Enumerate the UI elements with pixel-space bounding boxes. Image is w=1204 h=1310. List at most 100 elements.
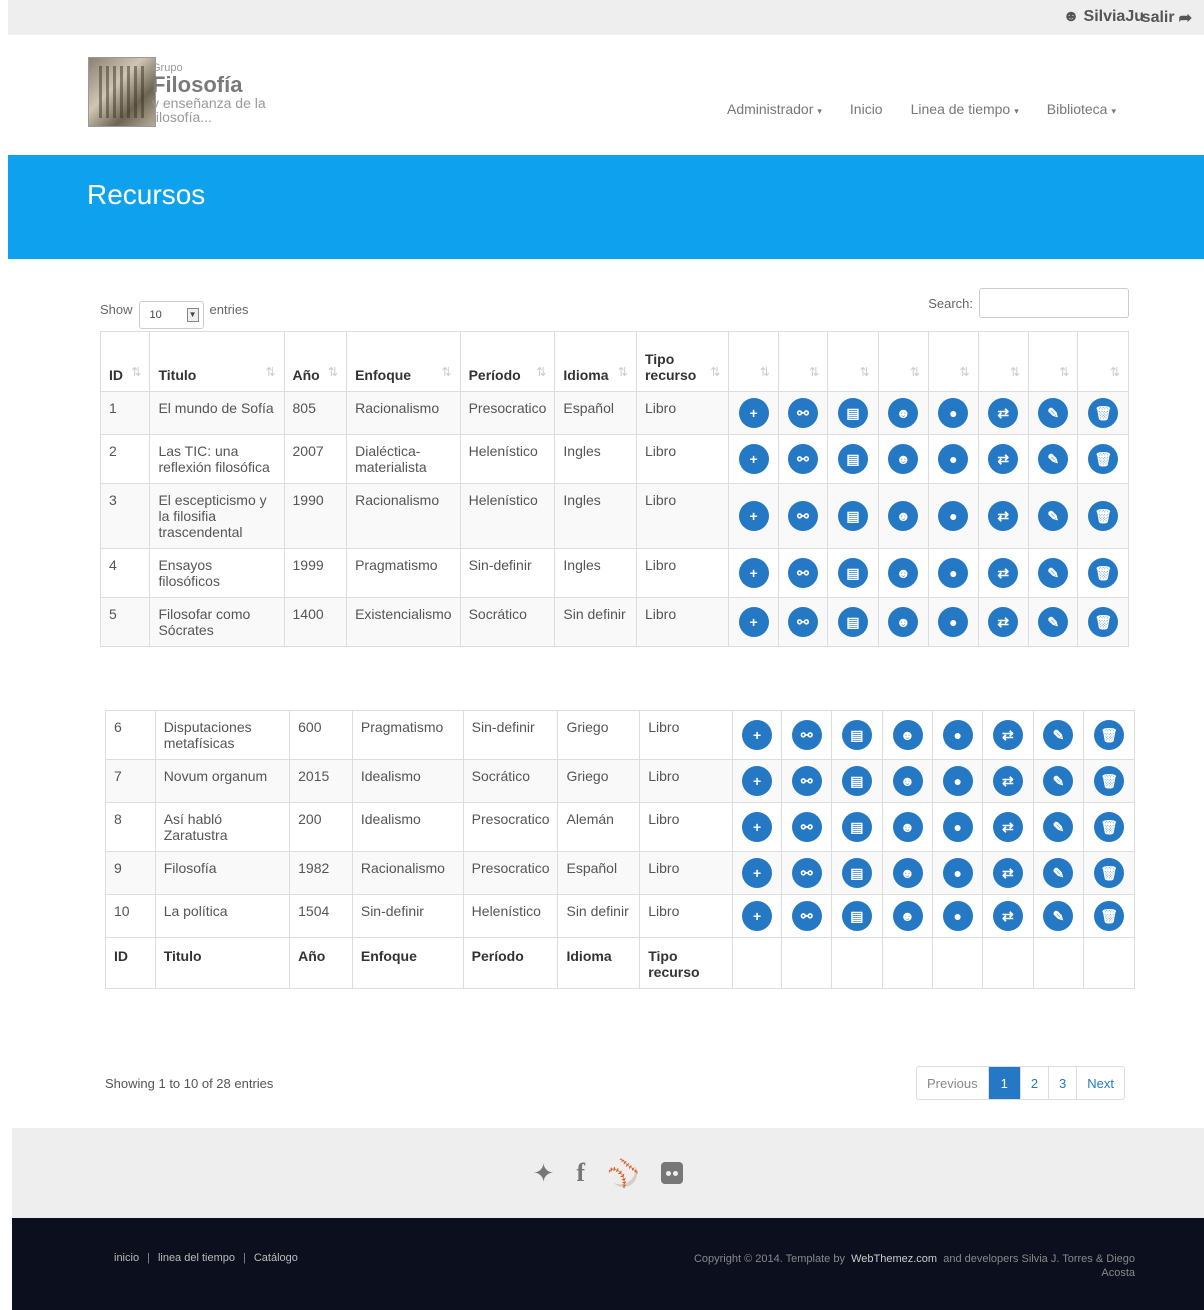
- group-icon[interactable]: ☻: [888, 444, 919, 474]
- link-icon[interactable]: ⚯: [791, 901, 822, 931]
- trash-icon[interactable]: 🗑: [1094, 766, 1125, 796]
- link-icon[interactable]: ⚯: [788, 558, 818, 588]
- book-icon[interactable]: ▤: [841, 812, 872, 842]
- trash-icon[interactable]: 🗑: [1088, 501, 1119, 531]
- group-icon[interactable]: ☻: [892, 858, 923, 888]
- trash-icon[interactable]: 🗑: [1088, 607, 1119, 637]
- plus-icon[interactable]: +: [738, 558, 769, 588]
- page-2-button[interactable]: 2: [1021, 1067, 1050, 1099]
- comment-icon[interactable]: ●: [938, 558, 969, 588]
- link-icon[interactable]: ⚯: [788, 607, 818, 637]
- logout-link[interactable]: salir ➦: [1142, 8, 1192, 28]
- group-icon[interactable]: ☻: [888, 501, 919, 531]
- link-icon[interactable]: ⚯: [788, 501, 818, 531]
- book-icon[interactable]: ▤: [837, 558, 868, 588]
- user-menu[interactable]: ☻ SilviaJu: [1063, 8, 1144, 26]
- link-icon[interactable]: ⚯: [791, 812, 822, 842]
- plus-icon[interactable]: +: [738, 501, 769, 531]
- col-header-action[interactable]: ⇅: [877, 331, 930, 392]
- next-button[interactable]: Next: [1077, 1067, 1124, 1099]
- col-header-ano[interactable]: Año ⇅: [283, 331, 348, 392]
- twitter-icon[interactable]: ✦: [533, 1158, 555, 1189]
- comment-icon[interactable]: ●: [942, 720, 973, 750]
- comment-icon[interactable]: ●: [938, 607, 969, 637]
- link-icon[interactable]: ⚯: [788, 398, 818, 428]
- col-header-action[interactable]: ⇅: [977, 331, 1030, 392]
- plus-icon[interactable]: +: [742, 901, 773, 931]
- col-header-action[interactable]: ⇅: [728, 331, 779, 392]
- trash-icon[interactable]: 🗑: [1088, 444, 1119, 474]
- exchange-icon[interactable]: ⇄: [992, 766, 1023, 796]
- trash-icon[interactable]: 🗑: [1088, 558, 1119, 588]
- group-icon[interactable]: ☻: [892, 766, 923, 796]
- col-header-titulo[interactable]: Titulo ⇅: [149, 331, 285, 392]
- plus-icon[interactable]: +: [742, 858, 773, 888]
- plus-icon[interactable]: +: [742, 766, 773, 796]
- col-header-periodo[interactable]: Período ⇅: [459, 331, 556, 392]
- logo-image[interactable]: [88, 57, 156, 127]
- comment-icon[interactable]: ●: [942, 766, 973, 796]
- wrench-icon[interactable]: ✎: [1038, 501, 1069, 531]
- col-header-action[interactable]: ⇅: [777, 331, 829, 392]
- wrench-icon[interactable]: ✎: [1043, 766, 1074, 796]
- trash-icon[interactable]: 🗑: [1094, 901, 1125, 931]
- book-icon[interactable]: ▤: [841, 858, 872, 888]
- col-header-action[interactable]: ⇅: [1028, 331, 1079, 392]
- exchange-icon[interactable]: ⇄: [988, 444, 1019, 474]
- footer-link-linea[interactable]: linea del tiempo: [158, 1252, 235, 1264]
- book-icon[interactable]: ▤: [837, 501, 868, 531]
- comment-icon[interactable]: ●: [938, 398, 969, 428]
- comment-icon[interactable]: ●: [942, 858, 973, 888]
- exchange-icon[interactable]: ⇄: [988, 501, 1019, 531]
- wrench-icon[interactable]: ✎: [1043, 812, 1074, 842]
- exchange-icon[interactable]: ⇄: [992, 901, 1023, 931]
- comment-icon[interactable]: ●: [938, 444, 969, 474]
- group-icon[interactable]: ☻: [888, 607, 919, 637]
- comment-icon[interactable]: ●: [938, 501, 969, 531]
- facebook-icon[interactable]: f: [576, 1158, 585, 1188]
- group-icon[interactable]: ☻: [892, 812, 923, 842]
- plus-icon[interactable]: +: [738, 444, 769, 474]
- col-header-action[interactable]: ⇅: [928, 331, 979, 392]
- group-icon[interactable]: ☻: [892, 720, 923, 750]
- link-icon[interactable]: ⚯: [791, 766, 822, 796]
- exchange-icon[interactable]: ⇄: [992, 858, 1023, 888]
- trash-icon[interactable]: 🗑: [1094, 812, 1125, 842]
- plus-icon[interactable]: +: [738, 398, 769, 428]
- dribbble-icon[interactable]: ⚾: [607, 1158, 639, 1189]
- prev-button[interactable]: Previous: [917, 1067, 989, 1099]
- page-1-button[interactable]: 1: [988, 1067, 1021, 1099]
- wrench-icon[interactable]: ✎: [1043, 720, 1074, 750]
- book-icon[interactable]: ▤: [841, 901, 872, 931]
- group-icon[interactable]: ☻: [888, 398, 919, 428]
- link-icon[interactable]: ⚯: [791, 858, 822, 888]
- book-icon[interactable]: ▤: [841, 720, 872, 750]
- entries-select[interactable]: 10 ▼: [138, 301, 204, 329]
- wrench-icon[interactable]: ✎: [1038, 558, 1069, 588]
- plus-icon[interactable]: +: [742, 720, 773, 750]
- book-icon[interactable]: ▤: [837, 398, 868, 428]
- col-header-enfoque[interactable]: Enfoque ⇅: [346, 331, 461, 392]
- book-icon[interactable]: ▤: [837, 607, 868, 637]
- link-icon[interactable]: ⚯: [788, 444, 818, 474]
- link-icon[interactable]: ⚯: [791, 720, 822, 750]
- exchange-icon[interactable]: ⇄: [992, 720, 1023, 750]
- group-icon[interactable]: ☻: [888, 558, 919, 588]
- wrench-icon[interactable]: ✎: [1043, 901, 1074, 931]
- plus-icon[interactable]: +: [742, 812, 773, 842]
- nav-linea-tiempo[interactable]: Linea de tiempo ▾: [911, 101, 1019, 117]
- exchange-icon[interactable]: ⇄: [988, 398, 1019, 428]
- comment-icon[interactable]: ●: [942, 901, 973, 931]
- col-header-action[interactable]: ⇅: [1077, 331, 1129, 392]
- nav-biblioteca[interactable]: Biblioteca ▾: [1047, 101, 1116, 117]
- exchange-icon[interactable]: ⇄: [988, 607, 1019, 637]
- col-header-tipo-recurso[interactable]: Tipo recurso ⇅: [635, 331, 730, 392]
- trash-icon[interactable]: 🗑: [1088, 398, 1119, 428]
- trash-icon[interactable]: 🗑: [1094, 858, 1125, 888]
- book-icon[interactable]: ▤: [837, 444, 868, 474]
- wrench-icon[interactable]: ✎: [1038, 398, 1069, 428]
- comment-icon[interactable]: ●: [942, 812, 973, 842]
- trash-icon[interactable]: 🗑: [1094, 720, 1125, 750]
- nav-inicio[interactable]: Inicio: [850, 101, 883, 117]
- page-3-button[interactable]: 3: [1049, 1067, 1078, 1099]
